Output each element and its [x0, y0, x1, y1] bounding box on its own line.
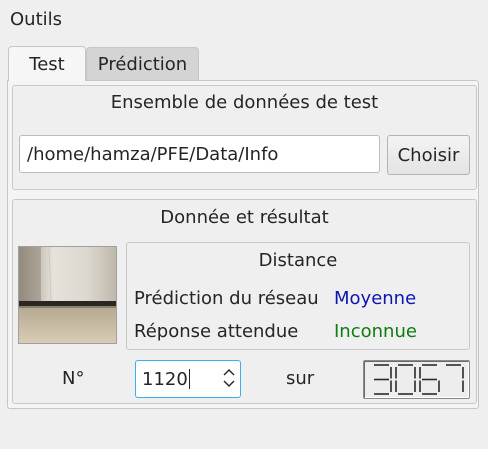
of-label: sur [286, 368, 315, 389]
tab-test[interactable]: Test [8, 46, 86, 81]
total-lcd-display [363, 360, 470, 399]
spin-arrows-icon[interactable] [223, 368, 235, 388]
window-title: Outils [10, 9, 63, 30]
index-label: N° [62, 368, 85, 389]
tab-prediction-label: Prédiction [97, 53, 188, 75]
prediction-label: Prédiction du réseau [134, 288, 319, 309]
total-lcd-digits [374, 364, 464, 395]
expected-label: Réponse attendue [134, 321, 299, 342]
dataset-path-input[interactable]: /home/hamza/PFE/Data/Info [19, 135, 380, 173]
data-result-title: Donnée et résultat [160, 207, 329, 228]
lcd-digit [395, 364, 416, 395]
lcd-digit [374, 364, 392, 395]
distance-title: Distance [258, 250, 338, 271]
text-cursor [188, 369, 190, 389]
tab-prediction[interactable]: Prédiction [86, 47, 199, 80]
expected-value: Inconnue [334, 321, 417, 342]
lcd-digit [419, 364, 440, 395]
prediction-value: Moyenne [334, 288, 417, 309]
index-spinbox[interactable]: 1120 [135, 360, 241, 398]
choose-button-label: Choisir [397, 144, 460, 166]
dataset-path-value: /home/hamza/PFE/Data/Info [27, 143, 279, 165]
test-dataset-group: Ensemble de données de test /home/hamza/… [12, 85, 477, 190]
data-result-group: Donnée et résultat Distance Prédiction d… [12, 199, 477, 404]
lcd-digit [446, 364, 464, 392]
distance-box: Distance Prédiction du réseau Moyenne Ré… [126, 242, 470, 350]
choose-button[interactable]: Choisir [387, 135, 470, 175]
test-dataset-title: Ensemble de données de test [110, 92, 379, 113]
tab-test-label: Test [29, 53, 65, 75]
floor-photo-icon [19, 247, 116, 343]
index-value: 1120 [142, 368, 188, 390]
sample-image [18, 246, 117, 344]
